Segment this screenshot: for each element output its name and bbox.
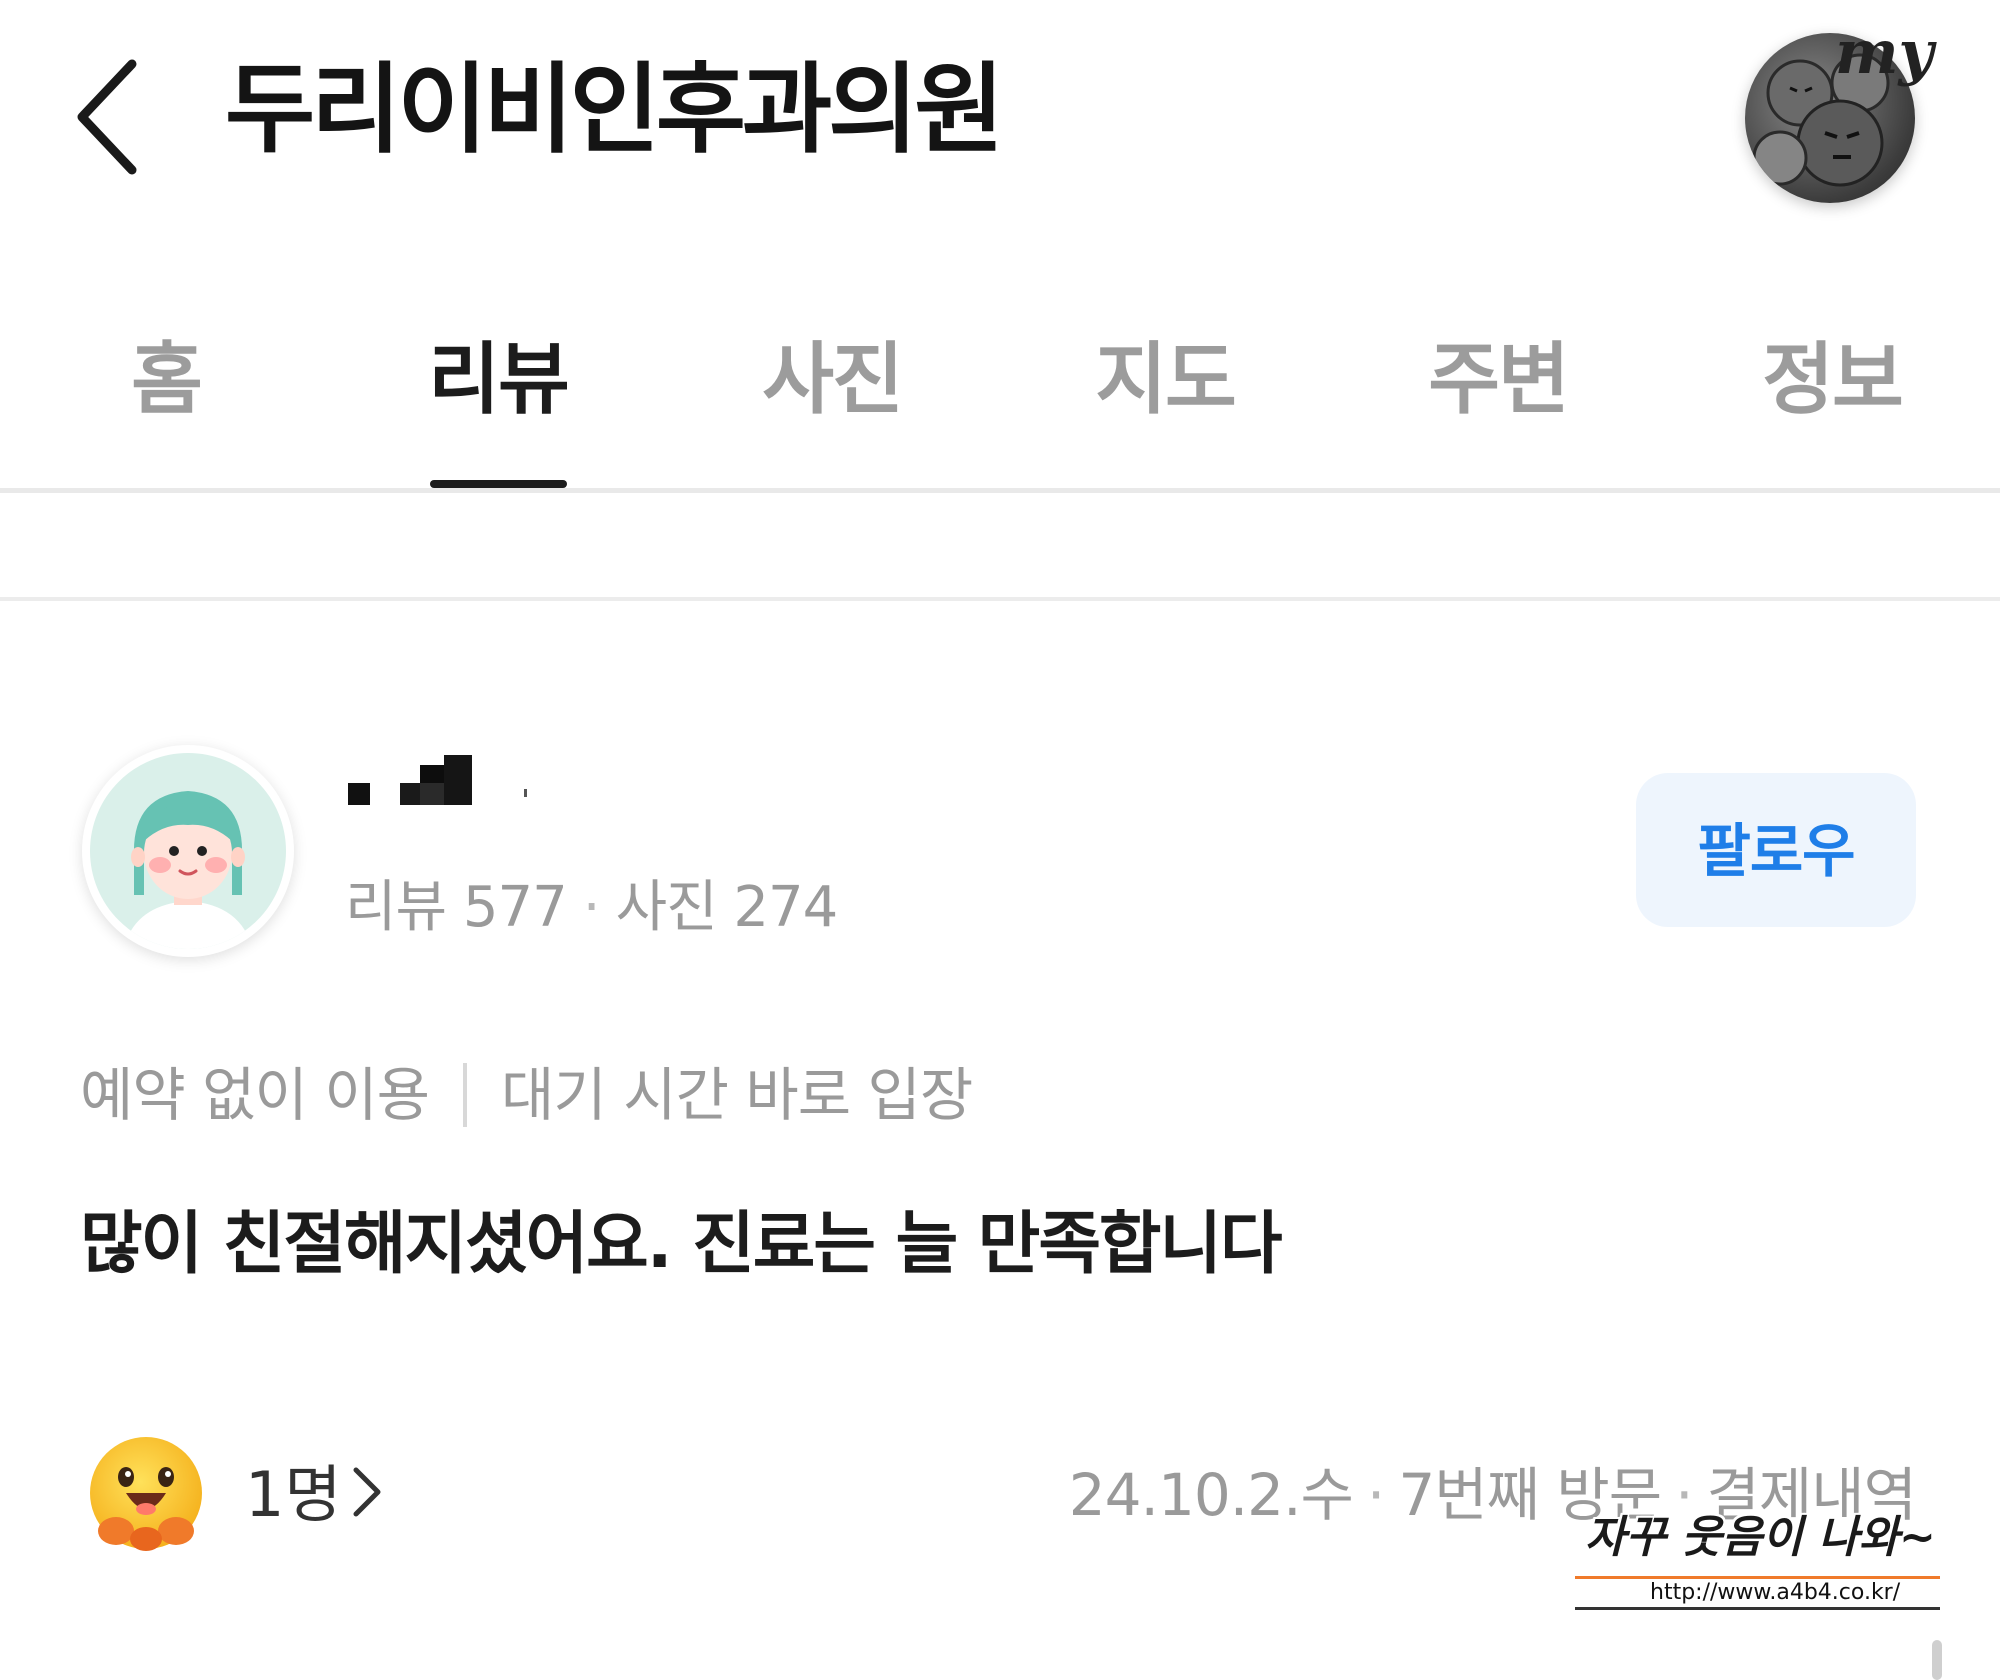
chevron-left-icon: [77, 59, 137, 175]
redacted-name-mosaic: [348, 755, 527, 805]
reaction-emoji[interactable]: [86, 1435, 206, 1555]
tag-wait-time: 대기 시간 바로 입장: [501, 1061, 973, 1129]
reaction-count-link[interactable]: 1명: [245, 1445, 384, 1549]
tab-bar: 홈 리뷰 사진 지도 주변 정보: [0, 300, 2000, 493]
back-button[interactable]: [70, 58, 150, 176]
visit-date: 24.10.2.수: [1068, 1461, 1354, 1529]
tag-no-reservation: 예약 없이 이용: [80, 1061, 430, 1129]
review-count: 577: [462, 875, 568, 940]
photo-count-label: 사진: [615, 875, 718, 940]
tag-separator: [463, 1062, 468, 1127]
section-divider: [0, 597, 2000, 601]
reviewer-avatar[interactable]: [82, 745, 294, 957]
my-badge: my: [1835, 18, 1934, 88]
review-page: 두리이비인후과의원 my 홈 리뷰 사진 지도 주변 정보 리뷰 577 · 사…: [0, 0, 2000, 1680]
tab-photos[interactable]: 사진: [732, 320, 932, 440]
reaction-count: 1명: [245, 1458, 342, 1531]
scroll-indicator[interactable]: [1932, 1640, 1942, 1680]
watermark-url: http://www.a4b4.co.kr/: [1650, 1580, 1901, 1605]
tab-reviews[interactable]: 리뷰: [398, 320, 598, 440]
watermark-underline-dark: [1575, 1607, 1940, 1610]
chevron-right-icon: [350, 1449, 384, 1549]
follow-button[interactable]: 팔로우: [1636, 773, 1916, 927]
active-tab-indicator: [430, 480, 567, 488]
separator-dot: ·: [582, 875, 601, 940]
page-title: 두리이비인후과의원: [225, 53, 1004, 167]
tab-nearby[interactable]: 주변: [1398, 320, 1598, 440]
review-count-label: 리뷰: [345, 875, 447, 940]
reviewer-name-redacted[interactable]: [348, 755, 528, 807]
tab-info[interactable]: 정보: [1732, 320, 1932, 440]
review-text: 많이 친절해지셨어요. 진료는 늘 만족합니다: [80, 1205, 1283, 1284]
tab-map[interactable]: 지도: [1065, 320, 1265, 440]
separator-dot: ·: [1366, 1461, 1385, 1529]
watermark-text: 자꾸 웃음이 나와~: [1585, 1512, 1936, 1563]
reviewer-stats: 리뷰 577 · 사진 274: [345, 868, 838, 948]
review-tags: 예약 없이 이용 대기 시간 바로 입장: [80, 1050, 973, 1140]
smiling-face-icon: [90, 1437, 202, 1551]
person-avatar-icon: [90, 753, 286, 949]
tab-home[interactable]: 홈: [66, 320, 266, 440]
photo-count: 274: [733, 875, 838, 940]
